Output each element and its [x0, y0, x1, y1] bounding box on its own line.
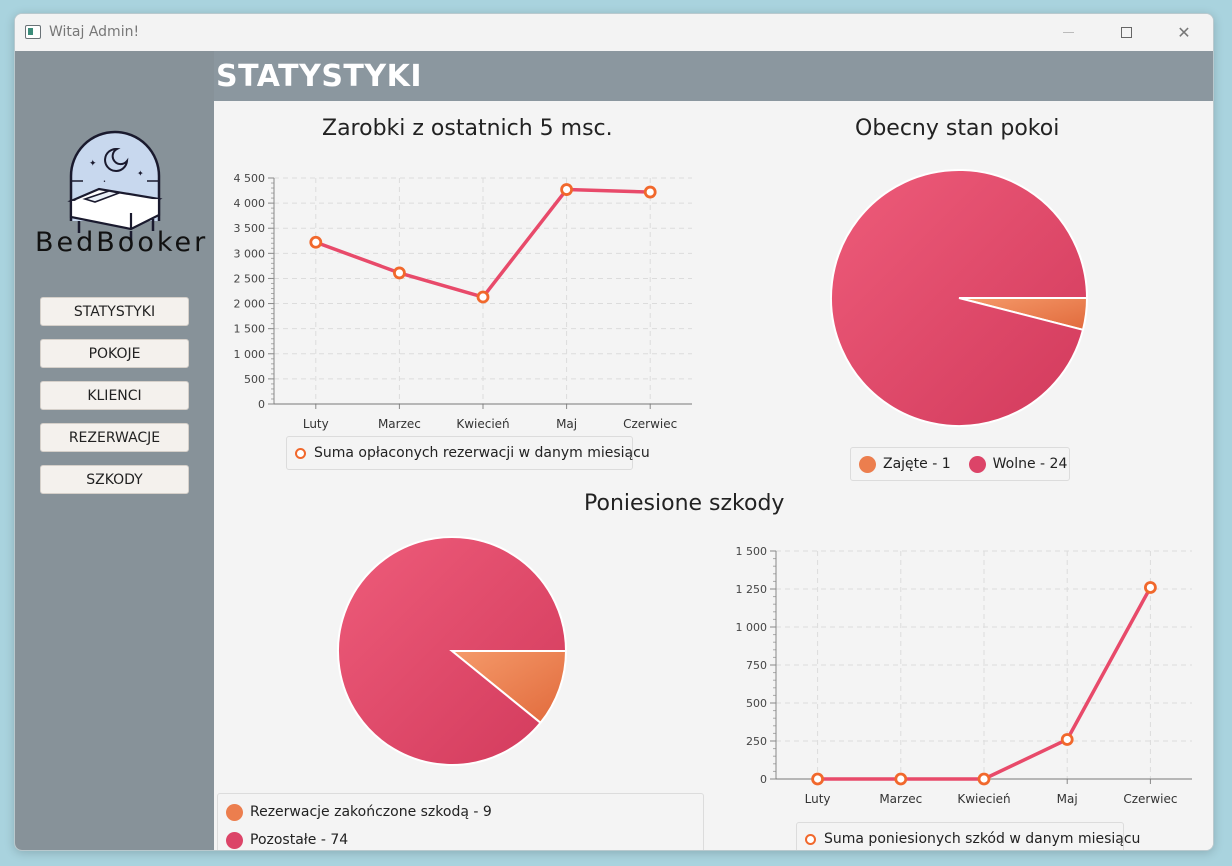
earnings-legend-label: Suma opłaconych rezerwacji w danym miesi…	[314, 445, 650, 461]
earnings-ytick-label: 1 500	[234, 323, 266, 336]
earnings-xtick-label: Maj	[556, 417, 577, 431]
earnings-ytick-label: 4 000	[234, 197, 266, 210]
damagesline-xtick-label: Luty	[805, 792, 831, 806]
wolne-swatch-icon	[968, 455, 986, 473]
svg-text:•: •	[103, 179, 106, 185]
szkoda-swatch-icon	[226, 803, 243, 821]
earnings-ytick-label: 0	[258, 398, 265, 411]
rooms-legend-item-zajete: Zajęte - 1	[859, 455, 951, 473]
damages-slice	[337, 536, 568, 766]
earnings-xtick-label: Kwiecień	[456, 417, 509, 431]
earnings-ytick-label: 500	[244, 373, 265, 386]
rooms-pie-chart	[830, 169, 1089, 427]
damagesline-ytick-label: 500	[746, 697, 767, 710]
series-marker-icon	[805, 833, 816, 845]
damages-legend: Rezerwacje zakończone szkodą - 9 Pozosta…	[217, 793, 704, 850]
earnings-data-point	[560, 183, 574, 196]
damagesline-data-point	[977, 772, 991, 786]
damagesline-xtick-label: Maj	[1057, 792, 1078, 806]
maximize-button[interactable]	[1097, 14, 1155, 51]
damages-line-legend: Suma poniesionych szkód w danym miesiącu	[796, 822, 1140, 850]
damagesline-xtick-label: Czerwiec	[1123, 792, 1177, 806]
close-button[interactable]: ✕	[1155, 14, 1213, 51]
rooms-legend: Zajęte - 1 Wolne - 24	[850, 447, 1070, 481]
maximize-icon	[1120, 27, 1132, 38]
rooms-slice	[830, 169, 1089, 427]
series-marker-icon	[295, 447, 306, 459]
damagesline-ytick-label: 250	[746, 735, 767, 748]
rooms-legend-label-wolne: Wolne - 24	[992, 456, 1068, 472]
damages-line-legend-label: Suma poniesionych szkód w danym miesiącu	[824, 831, 1141, 847]
earnings-line-chart: 0 500 1 000 1 500 2 000 2 500 3 000 3 500 4 000 4…	[234, 172, 692, 431]
damages-line-chart: 0 250 500 750 1 000 1 250 1 500 Luty Marzec Kwiec…	[736, 545, 1192, 806]
earnings-xtick-label: Marzec	[378, 417, 421, 431]
damagesline-data-point	[1143, 581, 1157, 594]
damagesline-ytick-label: 1 000	[736, 621, 768, 634]
damages-legend-label-szkoda: Rezerwacje zakończone szkodą - 9	[250, 804, 492, 820]
svg-text:✦: ✦	[89, 159, 97, 169]
damagesline-data-point	[811, 772, 824, 786]
zajete-swatch-icon	[859, 455, 876, 473]
close-icon: ✕	[1177, 23, 1191, 42]
stats-content: Zarobki z ostatnich 5 msc. 0 500 1 000 1 50…	[214, 101, 1213, 850]
damages-legend-item-szkoda: Rezerwacje zakończone szkodą - 9	[226, 800, 695, 824]
earnings-ytick-label: 4 500	[234, 172, 266, 185]
sidebar: ✦ ✦ • BedBooker STATYSTYKI POKOJE KLIENC…	[15, 51, 214, 850]
earnings-ytick-label: 2 500	[234, 272, 266, 285]
nav-rezerwacje-button[interactable]: REZERWACJE	[40, 423, 189, 452]
app-icon	[25, 25, 41, 39]
brand-name: BedBooker	[35, 227, 209, 258]
damagesline-xtick-label: Kwiecień	[957, 792, 1010, 806]
app-window: Witaj Admin! ✕ ✦ ✦ • BedBooker STATYSTYK…	[14, 13, 1214, 851]
earnings-ytick-label: 1 000	[234, 348, 266, 361]
damages-pie-chart	[337, 536, 568, 766]
damagesline-ytick-label: 0	[760, 773, 767, 786]
damagesline-xtick-label: Marzec	[879, 792, 922, 806]
earnings-data-point	[643, 185, 657, 199]
earnings-ytick-label: 3 000	[234, 247, 266, 260]
earnings-data-point	[392, 266, 406, 280]
earnings-data-point	[476, 290, 490, 304]
rooms-legend-item-wolne: Wolne - 24	[968, 455, 1068, 473]
minimize-icon	[1062, 32, 1074, 33]
rooms-legend-label-zajete: Zajęte - 1	[883, 456, 951, 472]
rooms-chart-title: Obecny stan pokoi	[855, 116, 1060, 141]
earnings-data-point	[309, 235, 323, 249]
damages-chart-title: Poniesione szkody	[584, 491, 785, 516]
nav-szkody-button[interactable]: SZKODY	[40, 465, 189, 494]
page-title: STATYSTYKI	[216, 59, 423, 94]
title-bar: Witaj Admin! ✕	[15, 14, 1213, 51]
earnings-xtick-label: Luty	[303, 417, 329, 431]
minimize-button[interactable]	[1039, 14, 1097, 51]
earnings-ytick-label: 2 000	[234, 298, 266, 311]
earnings-chart-title: Zarobki z ostatnich 5 msc.	[322, 116, 613, 141]
damages-legend-label-pozostale: Pozostałe - 74	[250, 832, 349, 848]
damagesline-ytick-label: 750	[746, 659, 767, 672]
damagesline-ytick-label: 1 500	[736, 545, 768, 558]
damages-legend-item-pozostale: Pozostałe - 74	[226, 828, 695, 850]
nav-klienci-button[interactable]: KLIENCI	[40, 381, 189, 410]
window-title: Witaj Admin!	[49, 24, 140, 40]
nav-statystyki-button[interactable]: STATYSTYKI	[40, 297, 189, 326]
damagesline-ytick-label: 1 250	[736, 583, 768, 596]
damages-line-legend-item: Suma poniesionych szkód w danym miesiącu	[805, 823, 1140, 850]
damagesline-data-point	[894, 772, 908, 786]
svg-text:✦: ✦	[137, 169, 144, 178]
header-bar: STATYSTYKI	[214, 51, 1213, 101]
earnings-legend-item: Suma opłaconych rezerwacji w danym miesi…	[295, 437, 650, 469]
pozostale-swatch-icon	[226, 831, 243, 849]
nav-pokoje-button[interactable]: POKOJE	[40, 339, 189, 368]
earnings-xtick-label: Czerwiec	[623, 417, 677, 431]
earnings-legend: Suma opłaconych rezerwacji w danym miesi…	[286, 436, 650, 470]
earnings-ytick-label: 3 500	[234, 222, 266, 235]
damagesline-data-point	[1060, 733, 1074, 746]
